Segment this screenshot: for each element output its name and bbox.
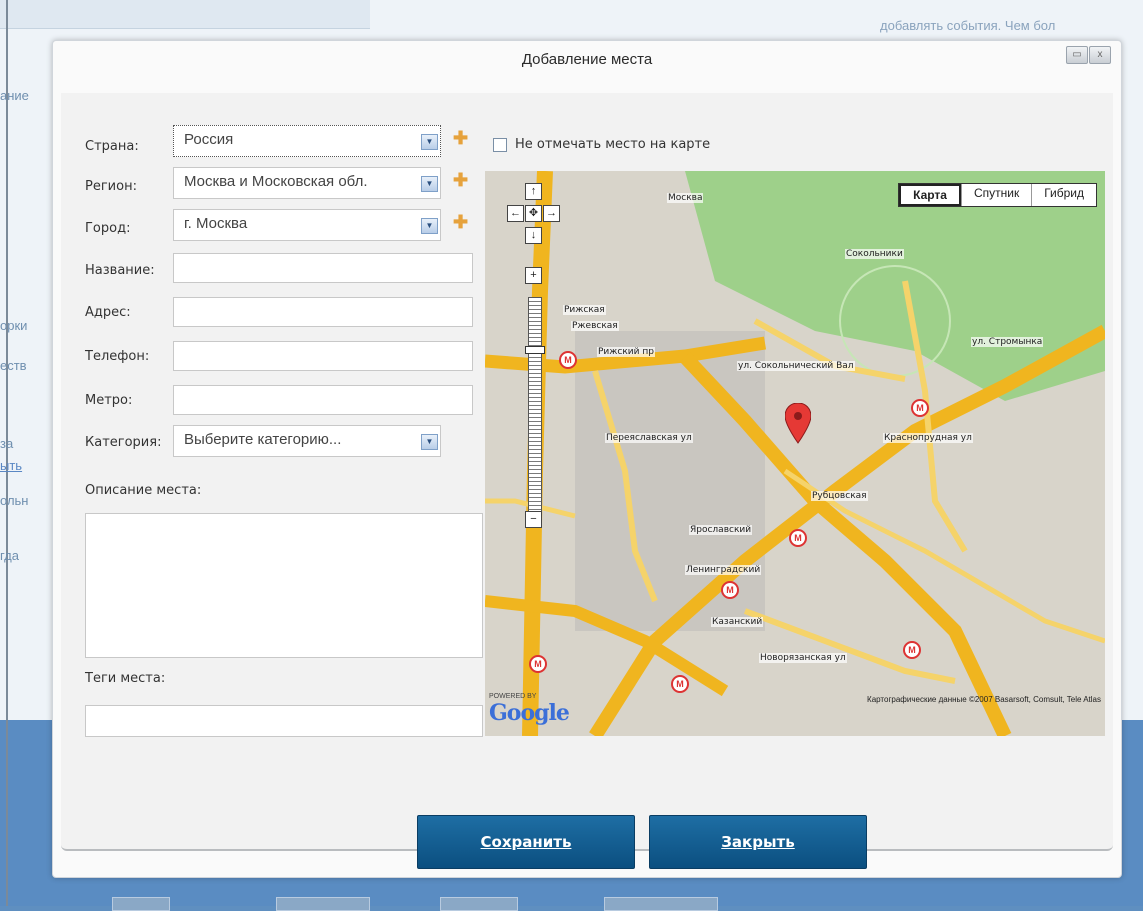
map-label: Казанский xyxy=(711,617,764,627)
country-label: Страна: xyxy=(85,139,139,154)
background-side-item: ание xyxy=(0,88,29,103)
add-place-dialog: Добавление места ▭ x Страна: Регион: Гор… xyxy=(52,40,1122,878)
street-label: Краснопрудная ул xyxy=(883,433,973,443)
chevron-down-icon[interactable]: ▼ xyxy=(421,218,438,234)
city-select-value: г. Москва xyxy=(184,215,248,232)
map-label: Ленинградский xyxy=(685,565,762,575)
region-select[interactable]: Москва и Московская обл. ▼ xyxy=(173,167,441,199)
description-label: Описание места: xyxy=(85,483,202,498)
map-label: Москва xyxy=(667,193,704,203)
map-label: Ржевская xyxy=(571,321,619,331)
background-side-item: еств xyxy=(0,358,27,373)
pan-left-icon[interactable]: ← xyxy=(507,205,524,222)
name-input[interactable] xyxy=(173,253,473,283)
background-side-item: орки xyxy=(0,318,28,333)
map-label: Рижская xyxy=(563,305,606,315)
restore-icon[interactable]: ▭ xyxy=(1066,46,1088,64)
tags-input[interactable] xyxy=(85,705,483,737)
map-type-switch: Карта Спутник Гибрид xyxy=(898,183,1097,207)
map-copyright: Картографические данные ©2007 Basarsoft,… xyxy=(867,695,1101,704)
map[interactable]: Москва Сокольники Рижская Ржевская Яросл… xyxy=(485,171,1105,736)
pan-down-icon[interactable]: ↓ xyxy=(525,227,542,244)
country-select[interactable]: Россия ▼ xyxy=(173,125,441,157)
country-select-value: Россия xyxy=(184,131,234,148)
address-input[interactable] xyxy=(173,297,473,327)
street-label: Рижский пр xyxy=(597,347,655,357)
chevron-down-icon[interactable]: ▼ xyxy=(421,134,438,150)
metro-icon: M xyxy=(903,641,921,659)
background-side-item: гда xyxy=(0,548,19,563)
category-select-value: Выберите категорию... xyxy=(184,431,342,448)
tags-label: Теги места: xyxy=(85,671,166,686)
street-label: Переяславская ул xyxy=(605,433,693,443)
zoom-slider[interactable] xyxy=(528,297,542,515)
background-side-link[interactable]: ыть xyxy=(0,458,22,473)
zoom-slider-handle[interactable] xyxy=(525,346,545,354)
no-map-label: Не отмечать место на карте xyxy=(515,137,711,152)
map-label: Сокольники xyxy=(845,249,904,259)
background-frame xyxy=(6,0,8,906)
street-label: ул. Стромынка xyxy=(971,337,1044,347)
window-controls: ▭ x xyxy=(1066,46,1111,64)
metro-icon: M xyxy=(559,351,577,369)
close-button[interactable]: Закрыть xyxy=(649,815,867,869)
google-logo-caption: POWERED BY xyxy=(489,693,537,700)
background-side-item: ольн xyxy=(0,493,29,508)
metro-icon: M xyxy=(529,655,547,673)
google-logo: POWERED BY Google xyxy=(489,693,570,726)
zoom-out-icon[interactable]: − xyxy=(525,511,542,528)
metro-icon: M xyxy=(721,581,739,599)
pan-up-icon[interactable]: ↑ xyxy=(525,183,542,200)
map-type-map[interactable]: Карта xyxy=(899,184,961,206)
map-canvas[interactable] xyxy=(485,171,1105,736)
dialog-title: Добавление места xyxy=(521,51,653,68)
region-label: Регион: xyxy=(85,179,137,194)
chevron-down-icon[interactable]: ▼ xyxy=(421,434,438,450)
location-pin-icon[interactable] xyxy=(785,403,811,447)
pan-center-icon[interactable]: ✥ xyxy=(525,205,542,222)
map-label: Ярославский xyxy=(689,525,753,535)
address-label: Адрес: xyxy=(85,305,131,320)
street-label: Новорязанская ул xyxy=(759,653,847,663)
background-text: добавлять события. Чем бол xyxy=(880,18,1056,33)
add-city-icon[interactable]: ✚ xyxy=(453,212,468,233)
metro-icon: M xyxy=(671,675,689,693)
category-select[interactable]: Выберите категорию... ▼ xyxy=(173,425,441,457)
close-icon[interactable]: x xyxy=(1089,46,1111,64)
chevron-down-icon[interactable]: ▼ xyxy=(421,176,438,192)
region-select-value: Москва и Московская обл. xyxy=(184,173,368,190)
city-label: Город: xyxy=(85,221,131,236)
no-map-checkbox[interactable] xyxy=(493,137,507,152)
background-header xyxy=(0,0,370,29)
phone-label: Телефон: xyxy=(85,349,150,364)
background-side-item: за xyxy=(0,436,14,451)
dialog-body: Страна: Регион: Город: Название: Адрес: … xyxy=(61,93,1113,869)
name-label: Название: xyxy=(85,263,155,278)
save-button[interactable]: Сохранить xyxy=(417,815,635,869)
background-button xyxy=(276,897,370,911)
street-label: ул. Сокольнический Вал xyxy=(737,361,855,371)
metro-icon: M xyxy=(911,399,929,417)
phone-input[interactable] xyxy=(173,341,473,371)
city-select[interactable]: г. Москва ▼ xyxy=(173,209,441,241)
no-map-option: Не отмечать место на карте xyxy=(493,137,710,152)
map-type-satellite[interactable]: Спутник xyxy=(960,184,1031,206)
add-region-icon[interactable]: ✚ xyxy=(453,170,468,191)
category-label: Категория: xyxy=(85,435,162,450)
map-type-hybrid[interactable]: Гибрид xyxy=(1031,184,1096,206)
zoom-in-icon[interactable]: + xyxy=(525,267,542,284)
description-textarea[interactable] xyxy=(85,513,483,658)
add-country-icon[interactable]: ✚ xyxy=(453,128,468,149)
metro-input[interactable] xyxy=(173,385,473,415)
metro-label: Метро: xyxy=(85,393,133,408)
background-button xyxy=(604,897,718,911)
background-button xyxy=(112,897,170,911)
street-label: Рубцовская xyxy=(811,491,868,501)
google-logo-text: Google xyxy=(489,700,570,726)
metro-icon: M xyxy=(789,529,807,547)
pan-right-icon[interactable]: → xyxy=(543,205,560,222)
background-button xyxy=(440,897,518,911)
